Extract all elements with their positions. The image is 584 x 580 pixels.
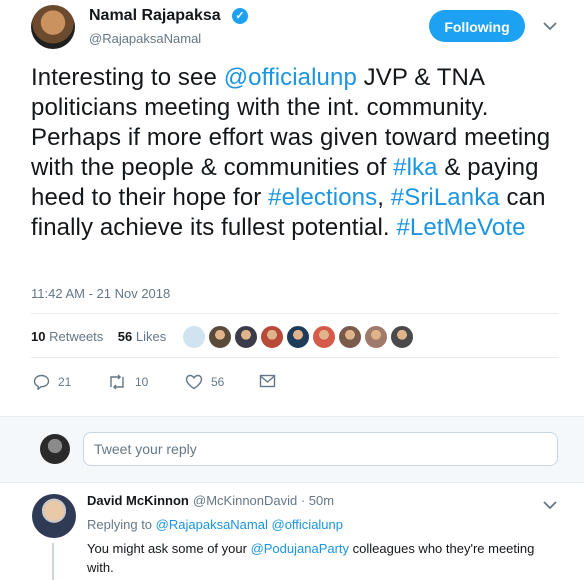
liker-avatar[interactable] (364, 325, 388, 349)
author-avatar[interactable] (31, 5, 75, 49)
liker-avatar[interactable] (312, 325, 336, 349)
like-count: 56 (211, 375, 225, 389)
reply-author-meta[interactable]: @McKinnonDavid · 50m (193, 493, 334, 508)
liker-avatar[interactable] (260, 325, 284, 349)
mention-link[interactable]: @officialunp (224, 64, 357, 91)
current-user-avatar (40, 434, 70, 464)
reply-chevron-down-icon[interactable] (543, 497, 557, 514)
hashtag-link[interactable]: #elections (268, 184, 377, 211)
thread-line (52, 543, 54, 580)
heart-icon (185, 374, 203, 390)
reply-icon (33, 374, 50, 390)
reply-author-name[interactable]: David McKinnon (87, 493, 189, 508)
author-handle[interactable]: @RajapaksaNamal (89, 31, 201, 46)
reply-author-avatar[interactable] (32, 494, 76, 538)
reply-count: 21 (58, 375, 72, 389)
tweet-text-segment: Interesting to see (31, 64, 224, 91)
tweet-text: Interesting to see @officialunp JVP & TN… (31, 63, 571, 243)
liker-avatar[interactable] (208, 325, 232, 349)
chevron-down-icon[interactable] (543, 18, 557, 35)
mention-link[interactable]: @PodujanaParty (251, 541, 349, 556)
verified-badge-icon: ✓ (232, 8, 248, 24)
hashtag-link[interactable]: #LetMeVote (396, 214, 525, 241)
liker-avatar[interactable] (390, 325, 414, 349)
liker-avatar[interactable] (286, 325, 310, 349)
reply-text: You might ask some of your @PodujanaPart… (87, 541, 535, 575)
envelope-icon (259, 374, 276, 388)
retweet-count: 10 (135, 375, 149, 389)
likes-stat[interactable]: 56 Likes (118, 329, 166, 344)
tweet-reply-input[interactable] (83, 432, 558, 466)
divider (31, 357, 559, 358)
retweets-stat[interactable]: 10 Retweets (31, 329, 103, 344)
engagement-stats: 10 Retweets 56 Likes (31, 329, 166, 344)
replying-to-link-1[interactable]: @RajapaksaNamal (156, 517, 268, 532)
direct-message-action[interactable] (259, 374, 276, 388)
hashtag-link[interactable]: #lka (393, 154, 437, 181)
retweet-icon (107, 374, 127, 390)
replying-to-link-2[interactable]: @officialunp (272, 517, 344, 532)
hashtag-link[interactable]: #SriLanka (391, 184, 500, 211)
author-name[interactable]: Namal Rajapaksa (89, 7, 221, 25)
replying-to-line: Replying to @RajapaksaNamal @officialunp (87, 517, 343, 532)
like-action[interactable]: 56 (185, 374, 224, 390)
tweet-text-segment: , (377, 184, 391, 211)
liker-avatar[interactable] (182, 325, 206, 349)
reply-action[interactable]: 21 (33, 374, 71, 390)
retweet-action[interactable]: 10 (107, 374, 148, 390)
tweet-timestamp[interactable]: 11:42 AM - 21 Nov 2018 (31, 286, 170, 301)
liker-avatar[interactable] (338, 325, 362, 349)
divider (31, 313, 559, 314)
following-button[interactable]: Following (429, 10, 525, 42)
liker-avatar[interactable] (234, 325, 258, 349)
